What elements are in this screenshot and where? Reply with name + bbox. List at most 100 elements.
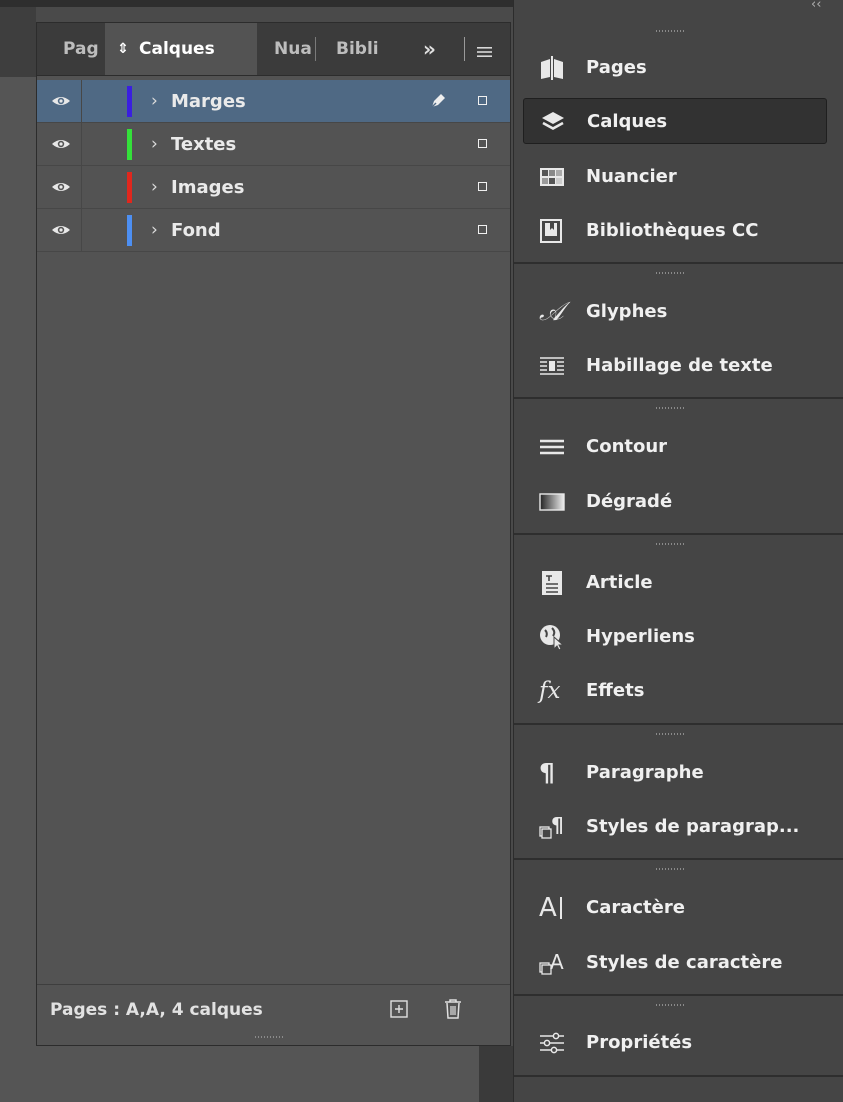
- layers-panel: Pag ⇕ Calques Nua Bibli » › Marges › Tex…: [36, 22, 511, 1046]
- group-separator: [514, 723, 843, 725]
- group-grip[interactable]: [656, 272, 684, 274]
- dock-item-label: Dégradé: [586, 491, 673, 512]
- dock-item-label: Habillage de texte: [586, 355, 773, 376]
- cell-divider: [81, 166, 82, 209]
- tab-overflow-button[interactable]: »: [423, 23, 453, 75]
- eye-icon[interactable]: [51, 178, 71, 196]
- layer-row-textes[interactable]: › Textes: [37, 123, 510, 166]
- panel-resize-grip[interactable]: [255, 1036, 283, 1038]
- dock-item-effets[interactable]: fx Effets: [523, 668, 827, 714]
- glyphs-icon: 𝒜: [539, 297, 564, 327]
- layer-color-swatch: [127, 129, 132, 160]
- paragraph-styles-icon: ¶: [539, 813, 565, 840]
- tab-calques[interactable]: ⇕ Calques: [105, 23, 257, 75]
- dock-item-label: Article: [586, 572, 653, 593]
- pages-icon: [539, 55, 565, 81]
- properties-icon: [539, 1030, 565, 1056]
- layer-color-swatch: [127, 172, 132, 203]
- layer-color-swatch: [127, 215, 132, 246]
- selection-square[interactable]: [478, 182, 487, 191]
- group-separator: [514, 1075, 843, 1077]
- expand-chevron-icon[interactable]: ›: [151, 166, 158, 209]
- gradient-icon: [539, 489, 565, 515]
- dock-item-bibliotheques-cc[interactable]: Bibliothèques CC: [523, 208, 827, 254]
- article-icon: [539, 570, 565, 596]
- tab-nuancier[interactable]: Nua: [257, 23, 315, 75]
- group-separator: [514, 533, 843, 535]
- layer-row-fond[interactable]: › Fond: [37, 209, 510, 252]
- stroke-icon: [539, 434, 565, 460]
- selection-square[interactable]: [478, 96, 487, 105]
- layer-name[interactable]: Fond: [171, 209, 221, 252]
- selection-square[interactable]: [478, 139, 487, 148]
- cell-divider: [81, 123, 82, 166]
- collapse-dock-icon[interactable]: ‹‹: [811, 0, 821, 12]
- panel-menu-icon[interactable]: [477, 43, 492, 57]
- selection-square[interactable]: [478, 225, 487, 234]
- workspace-area: [36, 1046, 479, 1102]
- svg-text:¶: ¶: [551, 814, 564, 837]
- group-grip[interactable]: [656, 543, 684, 545]
- dock-item-proprietes[interactable]: Propriétés: [523, 1020, 827, 1066]
- dock-item-label: Hyperliens: [586, 626, 695, 647]
- dock-item-nuancier[interactable]: Nuancier: [523, 154, 827, 200]
- hyperlinks-icon: [539, 624, 565, 651]
- dock-item-caractere[interactable]: A Caractère: [523, 885, 827, 931]
- dock-item-label: Bibliothèques CC: [586, 220, 759, 241]
- paragraph-icon: ¶: [539, 758, 555, 787]
- swatches-icon: [539, 164, 565, 190]
- group-grip[interactable]: [656, 407, 684, 409]
- cc-libraries-icon: [539, 218, 565, 244]
- text-wrap-icon: [539, 353, 565, 379]
- expand-chevron-icon[interactable]: ›: [151, 80, 158, 123]
- expand-chevron-icon[interactable]: ›: [151, 123, 158, 166]
- layer-row-images[interactable]: › Images: [37, 166, 510, 209]
- dock-item-label: Glyphes: [586, 301, 668, 322]
- group-separator: [514, 858, 843, 860]
- dock-item-calques[interactable]: Calques: [523, 98, 827, 144]
- group-grip[interactable]: [656, 30, 684, 32]
- panel-tab-bar: Pag ⇕ Calques Nua Bibli »: [37, 23, 510, 76]
- dock-gap: [479, 1046, 513, 1102]
- dock-item-styles-paragraphe[interactable]: ¶ Styles de paragrap...: [523, 804, 827, 850]
- layer-name[interactable]: Images: [171, 166, 244, 209]
- group-grip[interactable]: [656, 733, 684, 735]
- dock-item-label: Paragraphe: [586, 762, 704, 783]
- tab-separator: [464, 37, 465, 61]
- layer-name[interactable]: Marges: [171, 80, 246, 123]
- tab-bibliotheques[interactable]: Bibli: [316, 23, 396, 75]
- layer-row-marges[interactable]: › Marges: [37, 80, 510, 123]
- group-grip[interactable]: [656, 1004, 684, 1006]
- workspace-background: [0, 7, 36, 1102]
- dock-item-label: Styles de paragrap...: [586, 816, 800, 837]
- sort-arrows-icon: ⇕: [117, 41, 129, 57]
- eye-icon[interactable]: [51, 221, 71, 239]
- dock-item-paragraphe[interactable]: ¶ Paragraphe: [523, 750, 827, 796]
- dock-item-hyperliens[interactable]: Hyperliens: [523, 614, 827, 660]
- dock-item-habillage[interactable]: Habillage de texte: [523, 343, 827, 389]
- expand-chevron-icon[interactable]: ›: [151, 209, 158, 252]
- dock-item-label: Contour: [586, 436, 668, 457]
- dock-item-article[interactable]: Article: [523, 560, 827, 606]
- dock-item-label: Calques: [587, 111, 668, 132]
- pen-icon: [429, 92, 447, 110]
- dock-item-styles-caractere[interactable]: A Styles de caractère: [523, 940, 827, 986]
- dock-item-degrade[interactable]: Dégradé: [523, 479, 827, 525]
- tab-pages[interactable]: Pag: [37, 23, 105, 75]
- layers-status-text: Pages : A,A, 4 calques: [50, 1000, 263, 1020]
- trash-icon[interactable]: [443, 998, 463, 1020]
- new-layer-icon[interactable]: [390, 1000, 408, 1018]
- group-grip[interactable]: [656, 868, 684, 870]
- dock-item-glyphes[interactable]: 𝒜 Glyphes: [523, 289, 827, 335]
- dock-item-label: Caractère: [586, 897, 685, 918]
- panel-dock: ‹‹ Pages Calques Nuancier Bibliothèques …: [513, 0, 843, 1102]
- dock-item-contour[interactable]: Contour: [523, 424, 827, 470]
- eye-icon[interactable]: [51, 135, 71, 153]
- dock-item-pages[interactable]: Pages: [523, 45, 827, 91]
- eye-icon[interactable]: [51, 92, 71, 110]
- svg-text:A: A: [550, 950, 564, 974]
- layer-name[interactable]: Textes: [171, 123, 236, 166]
- cell-divider: [81, 209, 82, 252]
- effects-icon: fx: [539, 678, 561, 704]
- layer-color-swatch: [127, 86, 132, 117]
